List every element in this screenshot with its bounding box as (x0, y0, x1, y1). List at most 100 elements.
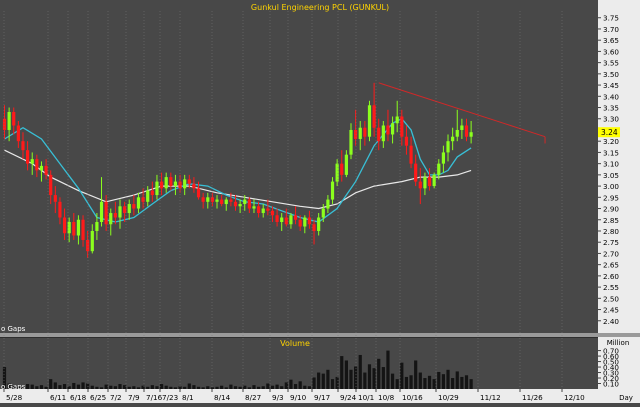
candle-body (307, 217, 312, 225)
x-tick-label: 9/3 (272, 393, 284, 402)
volume-bar (330, 379, 335, 389)
candle-body (293, 215, 298, 220)
volume-bar (358, 354, 362, 389)
candle (367, 100, 372, 142)
stock-chart-stage: 2.40 2.45 2.50 2.55 2.60 2.65 2.70 2.75 2.80 2.85… (0, 0, 640, 403)
candle-body (464, 125, 469, 137)
candle-body (455, 129, 459, 137)
candle-body (155, 181, 159, 196)
volume-bar (109, 385, 113, 389)
candle-body (95, 222, 99, 231)
x-tick-label: 8/27 (245, 393, 261, 402)
candle-body (280, 217, 284, 223)
volume-bar (280, 386, 284, 389)
candle-body (400, 116, 404, 137)
candle-body (16, 125, 20, 142)
candle-body (104, 201, 108, 225)
candle-body (136, 197, 141, 209)
volume-bar (270, 385, 275, 389)
volume-bar (215, 386, 219, 389)
volume-bar (132, 386, 136, 389)
candle-body (90, 230, 94, 252)
candle-body (330, 181, 335, 200)
volume-bar (210, 387, 214, 389)
volume-bar (252, 385, 256, 389)
candle-body (247, 199, 251, 209)
price-y-tick-label: 3.35 (603, 104, 619, 113)
candle-body (372, 105, 376, 128)
volume-bar (261, 386, 265, 389)
candle-body (363, 127, 367, 137)
candle-body (243, 199, 247, 205)
volume-bar (220, 385, 224, 389)
chart-svg: 2.40 2.45 2.50 2.55 2.60 2.65 2.70 2.75 2.80 2.85… (0, 0, 640, 403)
volume-bar (441, 374, 445, 389)
candle-body (21, 141, 25, 151)
volume-title: Volume (280, 339, 310, 348)
candle-body (7, 112, 11, 130)
candle-body (437, 163, 441, 175)
candle (432, 172, 436, 189)
candle-body (303, 217, 307, 227)
candle-body (381, 125, 385, 142)
price-y-tick-label: 2.85 (603, 216, 619, 225)
volume-bar (224, 387, 228, 389)
volume-bar (173, 387, 178, 389)
volume-bar (335, 376, 339, 389)
volume-bar (469, 379, 473, 389)
x-tick-label: 8/14 (214, 393, 231, 402)
volume-bar (326, 369, 330, 389)
price-y-tick-label: 2.65 (603, 261, 619, 270)
candle-body (427, 177, 432, 187)
volume-bar (451, 378, 455, 389)
volume-bar (99, 387, 104, 389)
volume-bar (390, 373, 395, 389)
volume-bar (247, 387, 251, 389)
candle-body (62, 217, 67, 234)
candle-body (377, 127, 381, 142)
x-tick-label: 7/16 (146, 393, 163, 402)
price-y-tick-label: 3.10 (603, 160, 619, 169)
volume-bar (95, 386, 99, 389)
candle-body (312, 224, 316, 231)
volume-bar (427, 375, 432, 389)
candle-body (367, 105, 372, 137)
price-y-tick-label: 2.50 (603, 294, 619, 303)
x-tick-label: 10/29 (438, 393, 459, 402)
price-y-tick-label: 2.90 (603, 205, 619, 214)
volume-bar (150, 385, 154, 389)
price-y-tick-label: 3.40 (603, 92, 619, 101)
x-tick-label: 11/12 (480, 393, 501, 402)
volume-bar (169, 386, 173, 389)
volume-bar (307, 386, 312, 389)
candle-body (390, 123, 395, 135)
volume-bar (349, 369, 353, 389)
candle-body (113, 213, 117, 218)
candle-body (229, 199, 233, 202)
volume-bar (90, 385, 94, 389)
volume-bar (418, 372, 422, 389)
candle-body (270, 210, 275, 216)
volume-bar (298, 381, 302, 389)
price-y-tick-label: 3.70 (603, 25, 619, 34)
volume-bar (293, 384, 298, 389)
candle-body (469, 132, 473, 137)
candle-body (44, 165, 48, 175)
volume-bar (404, 376, 409, 389)
candle-body (86, 239, 90, 252)
candle-body (210, 197, 214, 202)
candle-body (169, 177, 173, 187)
candle-body (414, 163, 418, 182)
price-y-tick-label: 2.55 (603, 283, 619, 292)
panel-separator (0, 333, 640, 337)
volume-bar (275, 384, 279, 389)
volume-bar (192, 385, 196, 389)
volume-bar (423, 378, 427, 389)
volume-bar (164, 385, 168, 389)
candle-body (317, 217, 321, 231)
volume-bar (460, 376, 464, 389)
volume-bar (377, 358, 381, 389)
chart-background (0, 0, 640, 403)
candle-body (395, 116, 399, 124)
volume-bar (381, 367, 385, 389)
